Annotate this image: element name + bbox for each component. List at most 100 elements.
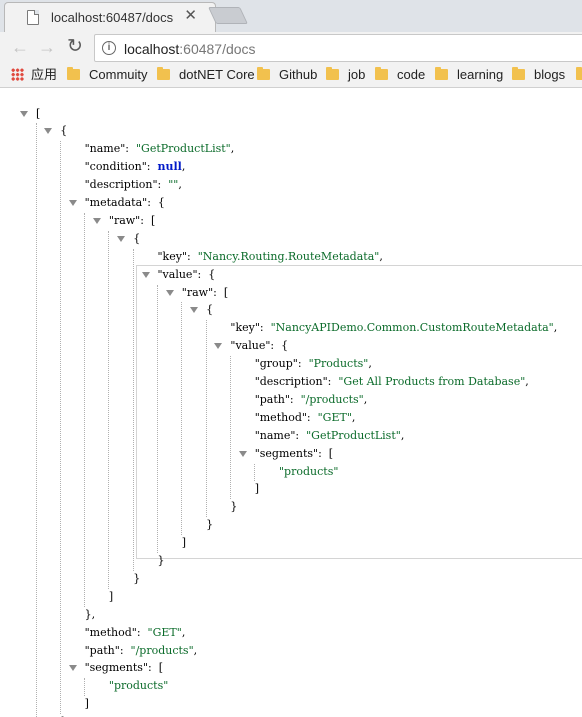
bookmark-dotnet-core[interactable]: dotNET Core [157,67,255,85]
json-punct: , [379,249,383,263]
json-key: "segments" [254,446,319,460]
json-key: "description" [254,375,328,388]
collapse-arrow-icon[interactable] [92,217,101,224]
json-string: "GetProductList" [306,428,401,442]
apps-grid-icon [11,68,24,81]
info-icon[interactable]: i [102,41,116,55]
json-punct: : [ [148,661,163,675]
json-string: "Get All Products from Database" [338,375,526,388]
json-key: "key" [157,249,188,263]
json-line: "description": "Get All Products from Da… [255,374,529,390]
json-key: "path" [254,392,290,406]
indent-guide [84,212,86,607]
url-text[interactable]: localhost:60487/docs [124,41,256,57]
json-punct: { [60,124,68,138]
forward-arrow-icon[interactable]: → [36,36,58,58]
json-line: "condition": null, [85,159,186,175]
collapse-arrow-icon[interactable] [190,307,199,314]
url-host: localhost [124,41,180,57]
json-key: "key" [230,321,260,335]
json-punct: }, [84,607,96,621]
json-line: "raw": [ [182,285,228,301]
json-punct: , [351,410,356,424]
json-line: } [133,571,140,587]
json-punct: , [525,375,529,388]
bookmark-apps[interactable]: 应用 [11,67,57,85]
json-punct: ] [181,536,187,550]
collapse-arrow-icon[interactable] [20,110,28,117]
collapse-arrow-icon[interactable] [214,343,223,350]
json-punct: } [133,571,141,585]
json-line: { [60,123,67,139]
indent-guide [59,141,61,715]
new-tab-button[interactable] [208,7,248,24]
json-punct: ] [84,697,89,711]
folder-icon [326,67,339,80]
json-string: "" [168,178,179,192]
indent-guide [181,302,183,536]
reload-icon[interactable]: ↻ [64,36,86,58]
json-punct: : [306,410,318,424]
bookmark-job[interactable]: job [326,67,365,85]
bookmark-label: dotNET Core [179,67,255,82]
collapse-arrow-icon[interactable] [68,665,77,672]
bookmark-label: 应用 [31,67,58,82]
folder-icon [576,67,582,80]
json-key: "path" [84,643,120,657]
json-string: "Nancy.Routing.RouteMetadata" [197,249,380,263]
json-line: { [206,302,213,318]
collapse-arrow-icon[interactable] [68,200,77,206]
indent-guide [108,230,110,589]
json-punct: : { [197,267,216,281]
json-line: "key": "NancyAPIDemo.Common.CustomRouteM… [230,320,557,336]
json-line: } [158,553,165,569]
json-string: "/products" [300,392,364,406]
bookmark-blogs[interactable]: blogs [512,67,565,85]
json-line: "group": "Products", [255,356,372,372]
json-line: "method": "GET", [255,410,356,426]
bookmark-label: job [348,67,366,82]
bookmark-code[interactable]: code [375,67,425,85]
back-arrow-icon[interactable]: ← [9,36,31,58]
json-punct: , [178,178,182,192]
json-line: ] [255,481,259,497]
json-string: "/products" [130,643,194,657]
close-icon[interactable]: ✕ [184,8,197,24]
bookmark-commuity[interactable]: Commuity [67,67,148,85]
bookmarks-bar: 应用 Commuity dotNET Core Github job code … [0,62,582,88]
hover-highlight [136,265,582,559]
collapse-arrow-icon[interactable] [117,235,126,242]
json-punct: } [230,500,238,514]
tab-title: localhost:60487/docs [51,10,174,25]
indent-guide [84,678,86,697]
json-punct: , [181,160,186,174]
bookmark-learning[interactable]: learning [435,67,503,85]
json-punct: ] [108,589,114,603]
collapse-arrow-icon[interactable] [44,128,53,135]
json-punct: : [297,357,309,371]
json-punct: [ [36,106,41,120]
address-bar[interactable]: i localhost:60487/docs [94,34,582,62]
json-key: "description" [84,178,158,192]
tab-active[interactable]: localhost:60487/docs ✕ [4,2,216,33]
json-punct: , [363,392,368,406]
json-key: "value" [230,339,271,353]
json-line: }, [85,607,96,623]
json-key: "name" [254,428,296,442]
collapse-arrow-icon[interactable] [238,450,247,457]
folder-icon [157,67,170,80]
collapse-arrow-icon[interactable] [165,289,174,296]
json-line: { [133,231,140,247]
json-punct: } [206,518,214,532]
json-line: } [230,499,237,515]
json-line: "path": "/products", [85,643,198,659]
json-line: "metadata": { [85,195,165,211]
json-key: "raw" [181,285,214,299]
collapse-arrow-icon[interactable] [141,271,150,278]
bookmark-github[interactable]: Github [257,67,317,85]
json-punct: : [157,178,169,192]
json-string: "products" [108,679,169,693]
bookmark-overflow[interactable] [576,67,582,85]
url-port-path: :60487/docs [179,41,256,57]
json-line: [ [36,106,40,122]
